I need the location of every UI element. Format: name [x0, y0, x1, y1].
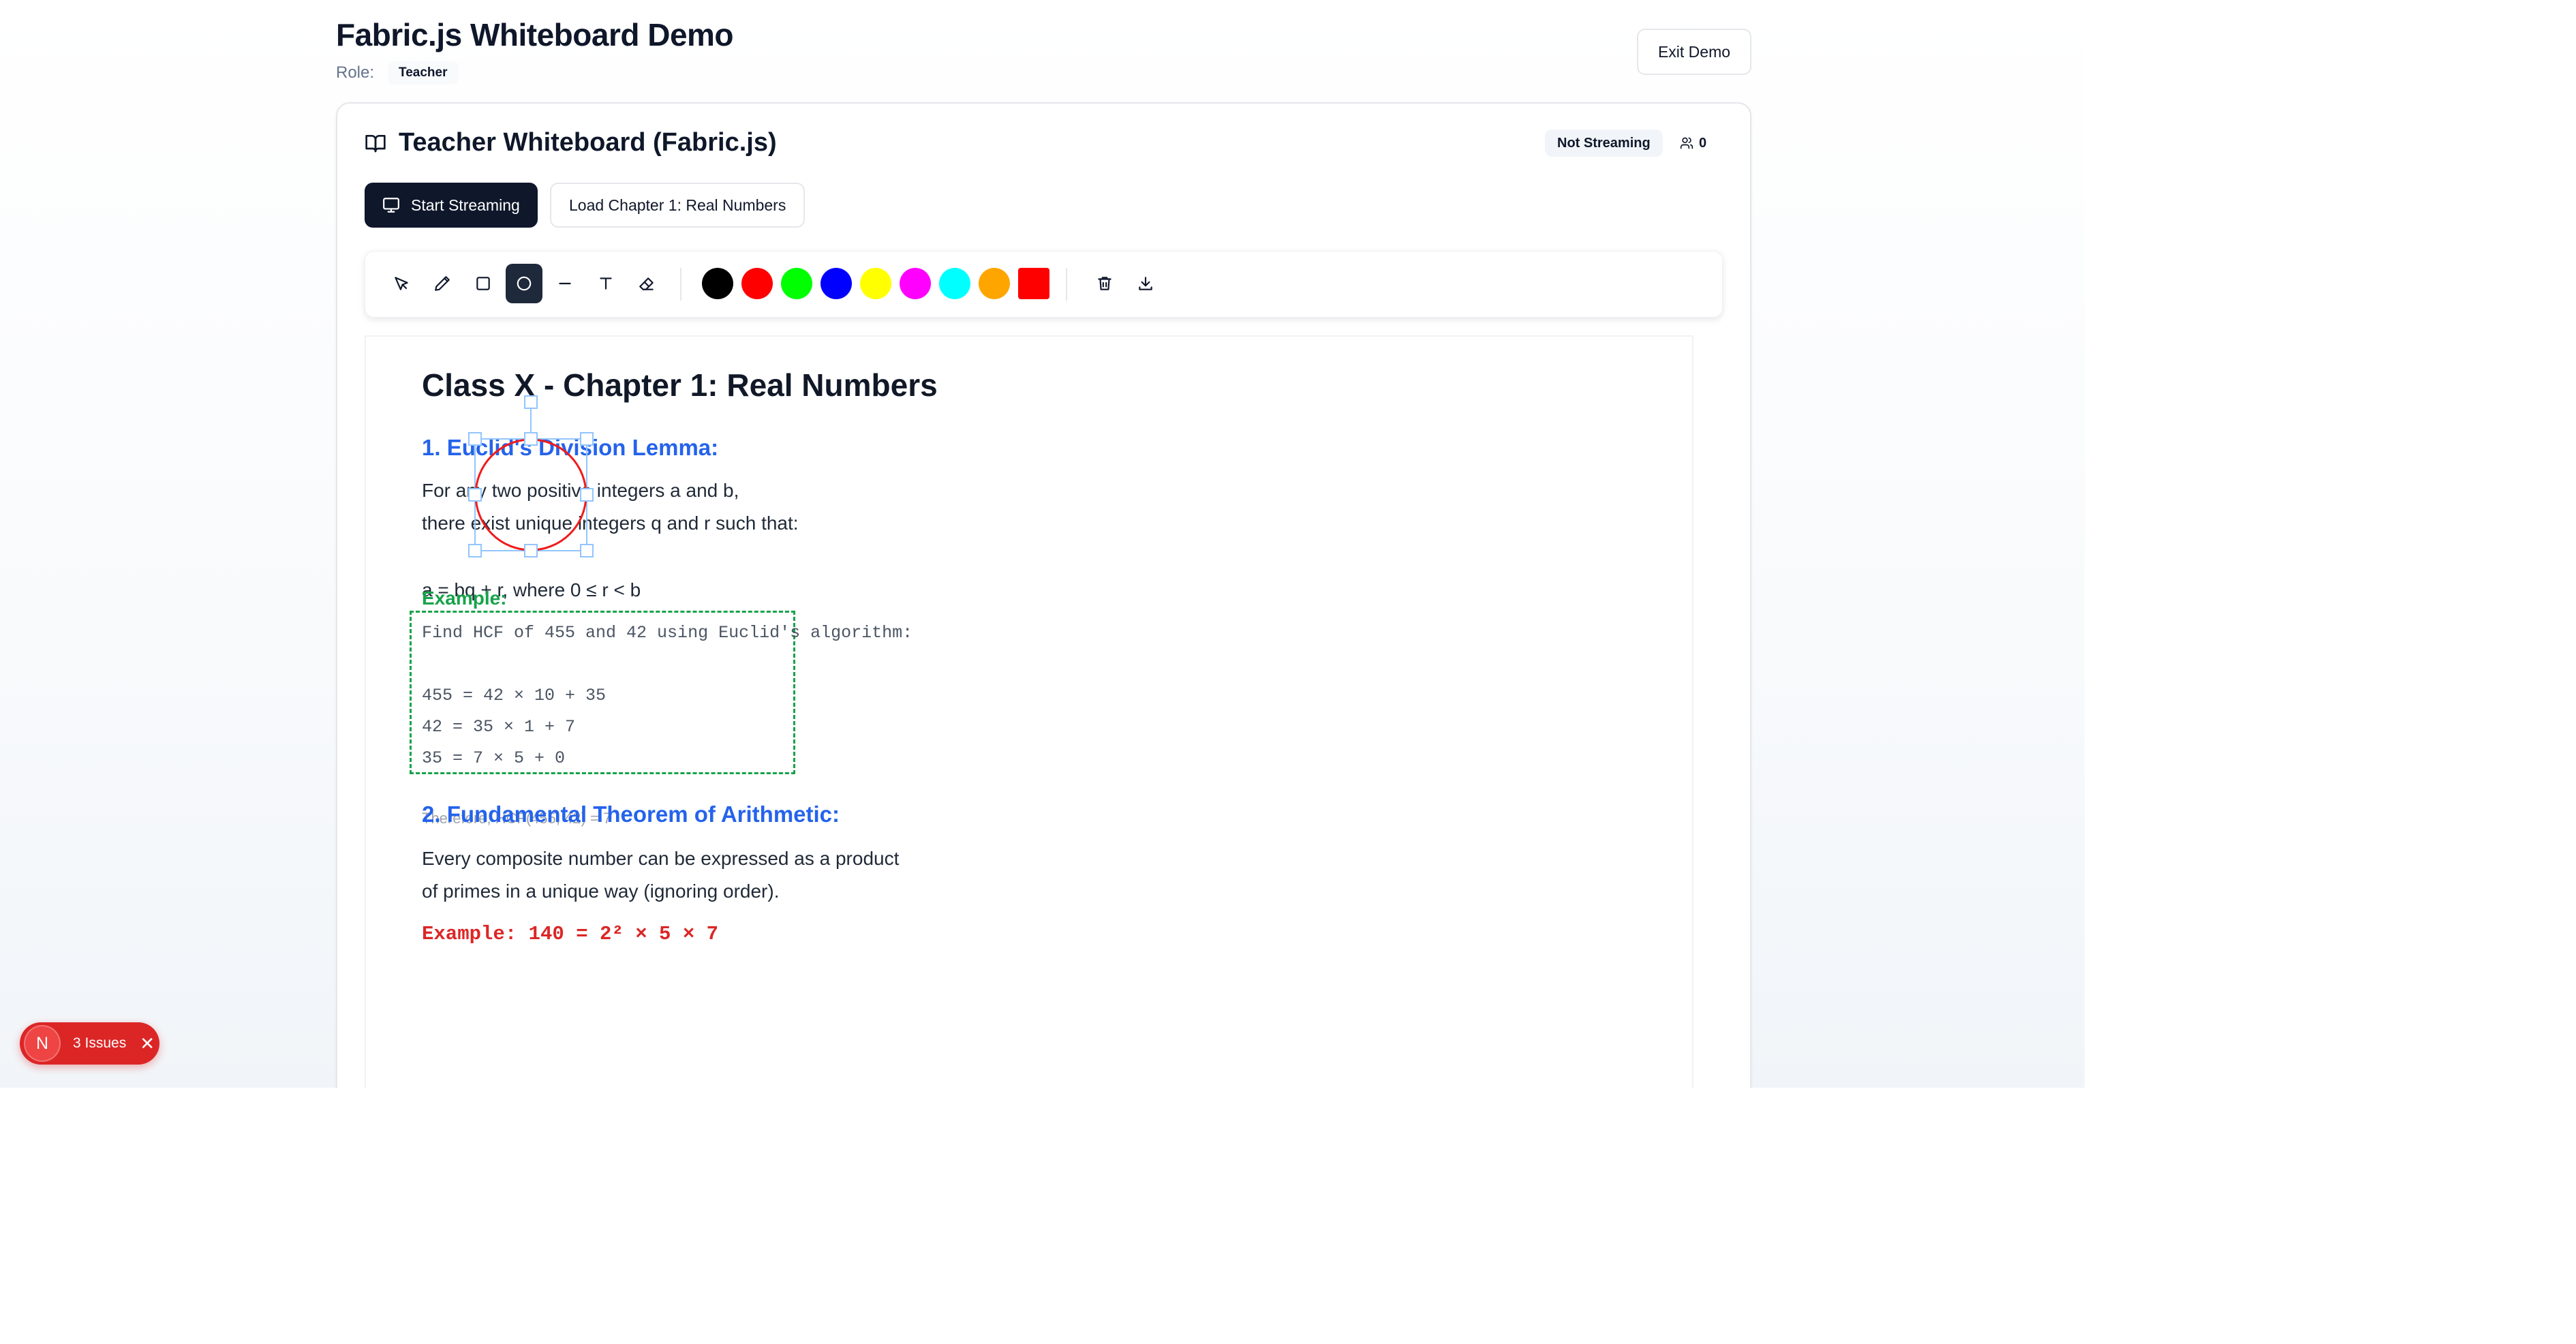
- resize-handle-bottom-right[interactable]: [580, 544, 594, 558]
- next-logo-badge[interactable]: N: [24, 1025, 61, 1062]
- whiteboard-canvas[interactable]: Class X - Chapter 1: Real Numbers 1. Euc…: [365, 335, 1693, 1088]
- circle-tool-button[interactable]: [506, 264, 542, 303]
- selection-overlay: [468, 395, 594, 558]
- rectangle-icon: [476, 277, 490, 290]
- streaming-status-badge: Not Streaming: [1545, 129, 1663, 157]
- eraser-icon: [639, 277, 654, 290]
- card-title: Teacher Whiteboard (Fabric.js): [399, 128, 777, 157]
- exit-demo-button[interactable]: Exit Demo: [1637, 29, 1751, 75]
- clear-canvas-button[interactable]: [1086, 264, 1123, 303]
- color-swatch-red[interactable]: [741, 268, 773, 299]
- start-streaming-button[interactable]: Start Streaming: [365, 183, 538, 228]
- color-swatch-blue[interactable]: [821, 268, 852, 299]
- close-icon[interactable]: ✕: [140, 1033, 155, 1054]
- resize-handle-right[interactable]: [580, 488, 594, 502]
- resize-handle-top[interactable]: [524, 432, 538, 446]
- line-tool-button[interactable]: [547, 264, 583, 303]
- viewer-count-badge: 0: [1670, 129, 1716, 157]
- whiteboard-card: Teacher Whiteboard (Fabric.js) Not Strea…: [336, 102, 1751, 1088]
- color-swatch-black[interactable]: [702, 268, 733, 299]
- eraser-tool-button[interactable]: [628, 264, 665, 303]
- selected-circle[interactable]: [468, 395, 594, 558]
- rotate-handle[interactable]: [524, 395, 538, 409]
- resize-handle-bottom-left[interactable]: [468, 544, 482, 558]
- resize-handle-bottom[interactable]: [524, 544, 538, 558]
- users-icon: [1680, 137, 1693, 149]
- color-swatch-yellow[interactable]: [860, 268, 891, 299]
- page-container: Fabric.js Whiteboard Demo Role: Teacher …: [0, 0, 2085, 1088]
- select-tool-button[interactable]: [383, 264, 420, 303]
- line-icon: [559, 282, 571, 285]
- drawing-toolbar: [365, 251, 1723, 318]
- rectangle-tool-button[interactable]: [465, 264, 502, 303]
- drawn-circle[interactable]: [474, 438, 587, 551]
- toolbar-divider: [1066, 268, 1067, 301]
- card-title-row: Teacher Whiteboard (Fabric.js): [365, 128, 777, 157]
- resize-handle-top-right[interactable]: [580, 432, 594, 446]
- circle-icon: [517, 276, 532, 291]
- monitor-icon: [383, 198, 399, 213]
- current-color-picker[interactable]: [1018, 268, 1049, 299]
- role-label: Role:: [336, 63, 375, 82]
- page-title: Fabric.js Whiteboard Demo: [336, 17, 734, 52]
- resize-handle-left[interactable]: [468, 488, 482, 502]
- start-streaming-label: Start Streaming: [411, 196, 520, 214]
- color-swatch-orange[interactable]: [979, 268, 1010, 299]
- download-button[interactable]: [1127, 264, 1164, 303]
- color-swatch-magenta[interactable]: [900, 268, 931, 299]
- issues-count-label[interactable]: 3 Issues: [73, 1035, 126, 1052]
- text-icon: [600, 277, 612, 290]
- role-row: Role: Teacher: [336, 61, 459, 85]
- viewer-count: 0: [1699, 135, 1707, 151]
- role-badge: Teacher: [388, 61, 459, 85]
- trash-icon: [1098, 277, 1111, 290]
- download-icon: [1139, 277, 1152, 290]
- pencil-tool-button[interactable]: [424, 264, 461, 303]
- color-swatch-cyan[interactable]: [939, 268, 970, 299]
- resize-handle-top-left[interactable]: [468, 432, 482, 446]
- load-chapter-button[interactable]: Load Chapter 1: Real Numbers: [550, 183, 806, 228]
- book-open-icon: [365, 134, 386, 152]
- toolbar-divider: [680, 268, 681, 301]
- dev-issues-badge[interactable]: N 3 Issues ✕: [20, 1022, 159, 1065]
- pencil-icon: [435, 276, 450, 291]
- text-tool-button[interactable]: [587, 264, 624, 303]
- select-icon: [395, 277, 408, 290]
- color-swatch-green[interactable]: [781, 268, 812, 299]
